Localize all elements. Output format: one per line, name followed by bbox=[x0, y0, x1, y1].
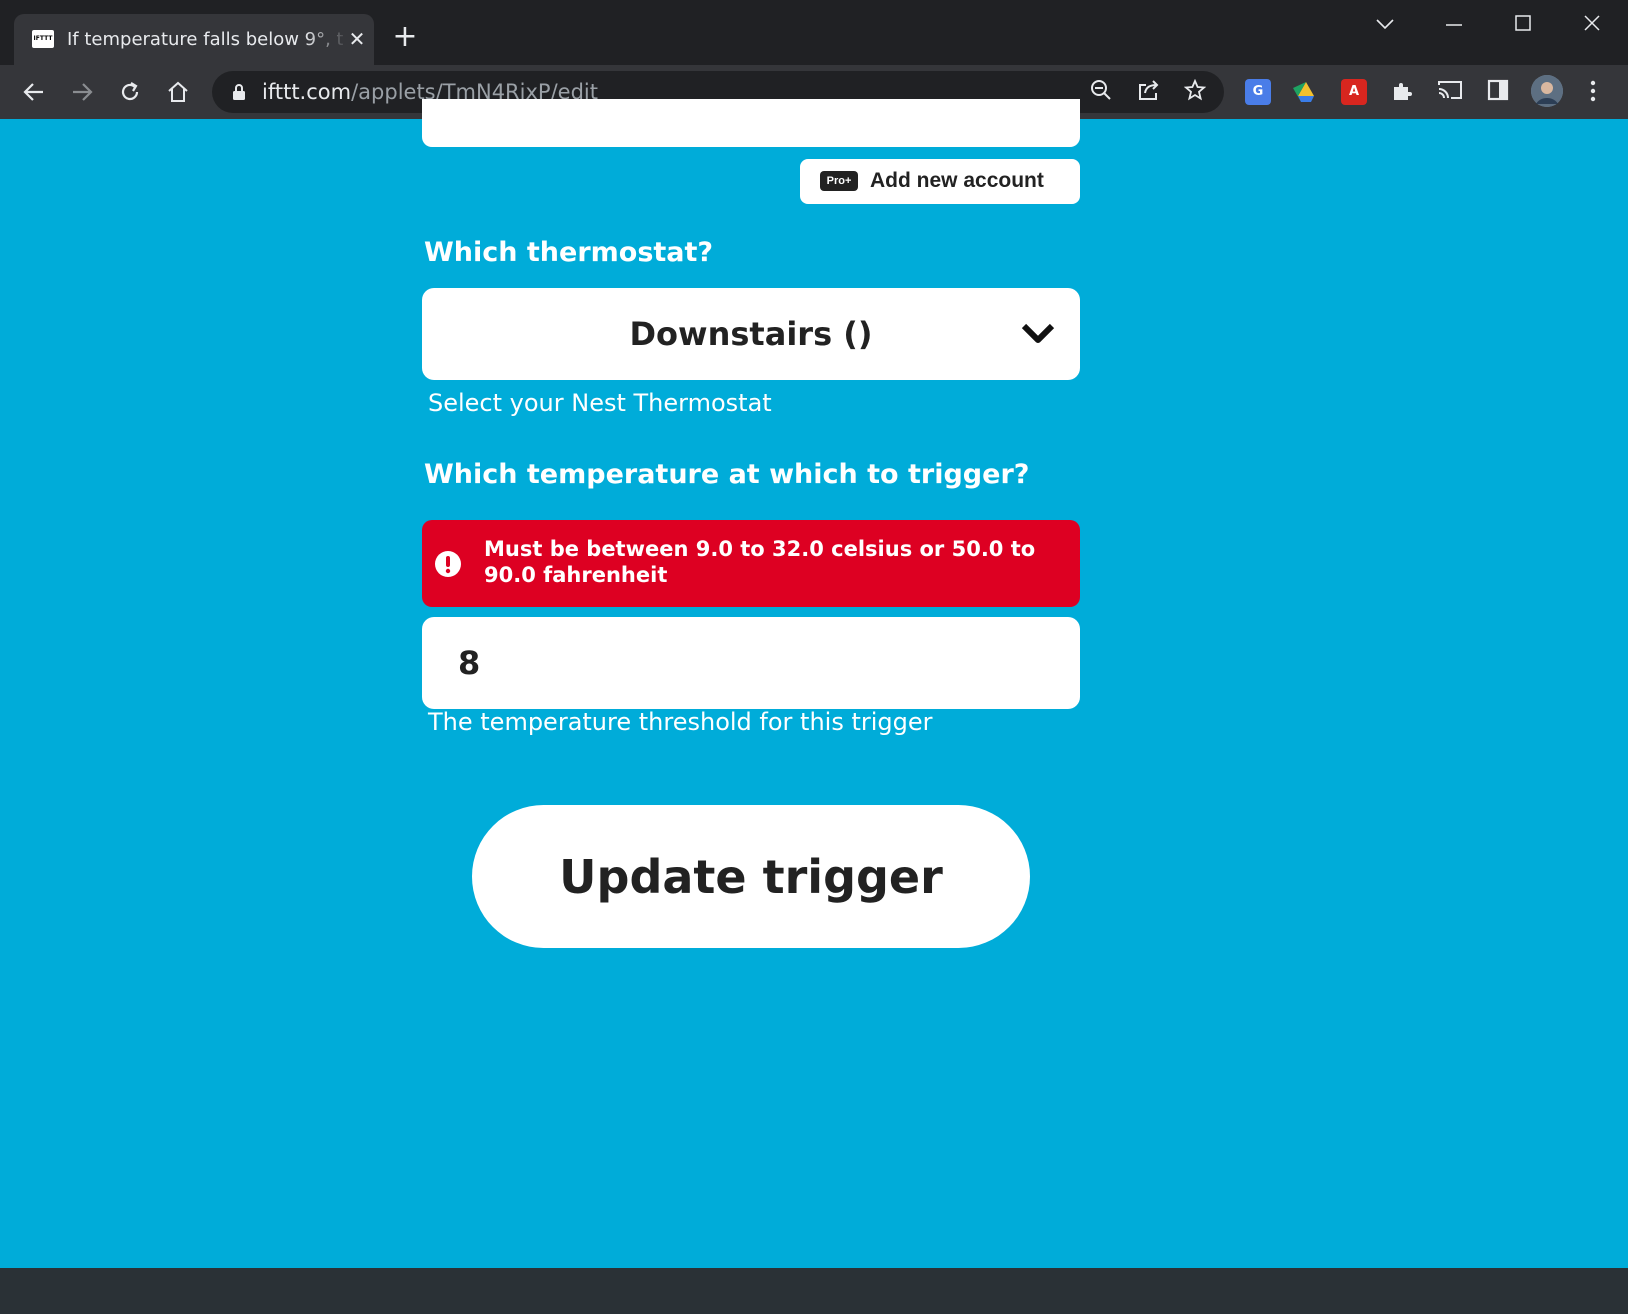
page-bottom-strip bbox=[0, 1268, 1628, 1314]
browser-titlebar: IFTTT If temperature falls below 9°, the… bbox=[0, 0, 1628, 65]
add-new-account-button[interactable]: Pro+ Add new account bbox=[800, 159, 1080, 204]
bookmark-star-icon[interactable] bbox=[1182, 78, 1208, 105]
chevron-down-icon bbox=[1021, 323, 1055, 343]
tab-title-fade bbox=[304, 24, 349, 54]
new-tab-plus-icon[interactable]: + bbox=[390, 22, 420, 52]
cast-icon[interactable] bbox=[1437, 79, 1463, 105]
temperature-error-text: Must be between 9.0 to 32.0 celsius or 5… bbox=[484, 537, 1036, 587]
browser-tab-active[interactable]: IFTTT If temperature falls below 9°, the… bbox=[14, 14, 374, 65]
adobe-acrobat-extension-icon[interactable]: A bbox=[1341, 79, 1367, 105]
google-translate-extension-icon[interactable]: G bbox=[1245, 79, 1271, 105]
zoom-out-icon[interactable] bbox=[1088, 79, 1114, 105]
google-drive-extension-icon[interactable] bbox=[1293, 79, 1319, 105]
ifttt-edit-page: Pro+ Add new account Which thermostat? D… bbox=[0, 99, 1628, 1268]
error-exclamation-icon bbox=[435, 551, 461, 577]
chrome-menu-kebab-icon[interactable] bbox=[1580, 79, 1606, 105]
tab-search-chevron-icon[interactable] bbox=[1362, 8, 1408, 38]
home-icon[interactable] bbox=[162, 76, 194, 108]
forward-arrow-icon[interactable] bbox=[66, 76, 98, 108]
tab-close-icon[interactable]: ✕ bbox=[344, 26, 370, 52]
share-icon[interactable] bbox=[1136, 79, 1162, 105]
close-window-icon[interactable] bbox=[1569, 8, 1615, 38]
side-panel-icon[interactable] bbox=[1485, 79, 1511, 105]
minimize-icon[interactable] bbox=[1431, 8, 1477, 38]
thermostat-selected-value: Downstairs () bbox=[629, 315, 873, 353]
profile-avatar[interactable] bbox=[1531, 75, 1563, 107]
reload-icon[interactable] bbox=[114, 76, 146, 108]
temperature-error-banner: Must be between 9.0 to 32.0 celsius or 5… bbox=[422, 520, 1080, 607]
thermostat-help-text: Select your Nest Thermostat bbox=[428, 389, 772, 417]
maximize-icon[interactable] bbox=[1500, 8, 1546, 38]
url-host: ifttt.com bbox=[262, 80, 352, 104]
temperature-threshold-input[interactable] bbox=[422, 617, 1080, 709]
tab-title: If temperature falls below 9°, then bbox=[67, 29, 343, 50]
thermostat-select[interactable]: Downstairs () bbox=[422, 288, 1080, 380]
account-select-field[interactable] bbox=[422, 99, 1080, 147]
update-trigger-button[interactable]: Update trigger bbox=[472, 805, 1030, 948]
ifttt-favicon-icon: IFTTT bbox=[32, 30, 54, 48]
back-arrow-icon[interactable] bbox=[18, 76, 50, 108]
temperature-help-text: The temperature threshold for this trigg… bbox=[428, 708, 933, 736]
thermostat-label: Which thermostat? bbox=[424, 237, 714, 268]
pro-plus-badge: Pro+ bbox=[820, 171, 858, 191]
temperature-label: Which temperature at which to trigger? bbox=[424, 459, 1030, 490]
lock-icon bbox=[233, 84, 245, 100]
add-new-account-label: Add new account bbox=[870, 169, 1044, 192]
extensions-puzzle-icon[interactable] bbox=[1389, 79, 1415, 105]
